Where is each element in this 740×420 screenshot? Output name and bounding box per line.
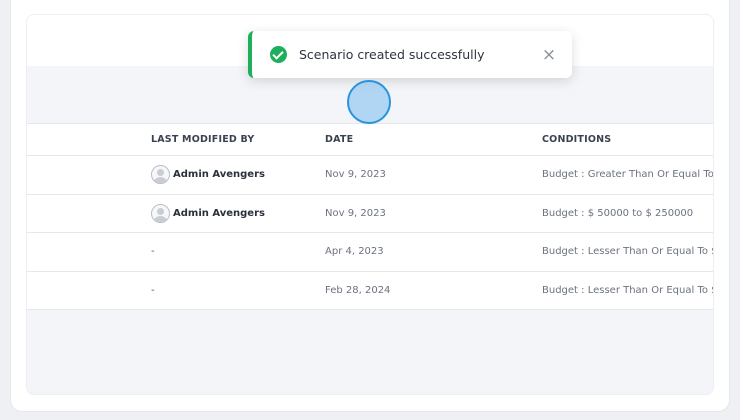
date-cell: Nov 9, 2023 (325, 207, 386, 219)
close-icon[interactable]: × (540, 46, 558, 64)
last-modified-by-cell: Admin Avengers (151, 156, 321, 194)
last-modified-by-cell: Admin Avengers (151, 195, 321, 233)
conditions-cell: Budget : Greater Than Or Equal To $ (542, 169, 714, 181)
date-cell: Apr 4, 2023 (325, 246, 384, 258)
table-row[interactable]: Admin Avengers Nov 9, 2023 Budget : Grea… (27, 156, 714, 195)
scenario-table: LAST MODIFIED BY DATE CONDITIONS Admin A… (27, 123, 714, 310)
success-toast: Scenario created successfully × (248, 31, 572, 78)
conditions-cell: Budget : $ 50000 to $ 250000 (542, 207, 694, 219)
user-avatar-icon (151, 203, 170, 223)
column-header-date[interactable]: DATE (325, 124, 535, 155)
last-modified-by-cell: - (151, 246, 155, 258)
click-indicator (347, 80, 391, 124)
table-row[interactable]: - Apr 4, 2023 Budget : Lesser Than Or Eq… (27, 233, 714, 272)
user-name: Admin Avengers (173, 207, 265, 219)
conditions-cell: Budget : Lesser Than Or Equal To $ (542, 246, 714, 258)
date-cell: Feb 28, 2024 (325, 284, 391, 296)
user-name: Admin Avengers (173, 169, 265, 181)
toast-message: Scenario created successfully (299, 47, 485, 62)
table-header-row: LAST MODIFIED BY DATE CONDITIONS (27, 124, 713, 156)
date-cell: Nov 9, 2023 (325, 169, 386, 181)
table-row[interactable]: - Feb 28, 2024 Budget : Lesser Than Or E… (27, 272, 714, 310)
column-header-last-modified-by[interactable]: LAST MODIFIED BY (151, 124, 321, 155)
user-avatar-icon (151, 165, 170, 185)
conditions-cell: Budget : Lesser Than Or Equal To $ (542, 284, 714, 296)
last-modified-by-cell: - (151, 284, 155, 296)
table-row[interactable]: Admin Avengers Nov 9, 2023 Budget : $ 50… (27, 195, 713, 233)
check-circle-icon (270, 46, 287, 63)
column-header-conditions[interactable]: CONDITIONS (542, 124, 713, 155)
